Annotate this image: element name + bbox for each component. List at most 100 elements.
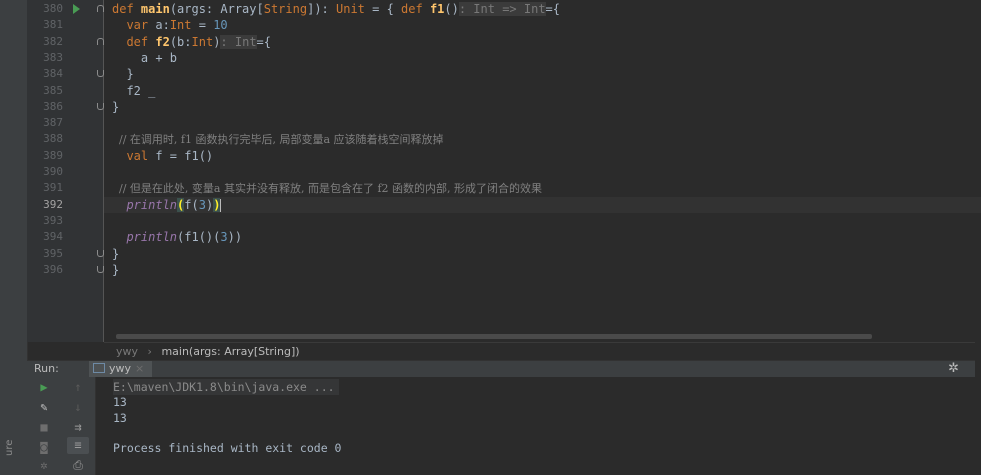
text-caret xyxy=(220,198,222,212)
code-line[interactable]: } xyxy=(104,262,981,278)
console-tab-icon xyxy=(93,363,105,373)
code-line[interactable] xyxy=(104,115,981,131)
line-number: 386 xyxy=(43,99,63,113)
code-token: (args: Array[ xyxy=(169,2,264,16)
code-line[interactable]: // 在调用时, f1 函数执行完毕后, 局部变量a 应该随着栈空间释放掉 xyxy=(104,131,981,147)
breadcrumb-separator: › xyxy=(147,345,152,358)
gutter-line: 393 xyxy=(27,213,103,229)
gutter-line: 382 xyxy=(27,34,104,50)
code-token: println xyxy=(126,197,178,212)
code-token: a: xyxy=(155,18,170,33)
code-line[interactable]: var a:Int = 10 xyxy=(104,17,981,33)
settings-small-icon[interactable]: ✲ xyxy=(33,457,55,474)
gutter-line: 395 xyxy=(27,246,104,262)
editor-horizontal-scrollbar[interactable] xyxy=(116,334,872,339)
code-token: 3 xyxy=(220,230,228,245)
code-line[interactable]: println(f1()(3)) xyxy=(104,229,981,245)
code-line[interactable]: // 但是在此处, 变量a 其实并没有释放, 而是包含在了 f2 函数的内部, … xyxy=(104,180,981,196)
code-token: 3 xyxy=(198,197,206,212)
line-number: 395 xyxy=(43,246,63,260)
wrench-icon[interactable]: ✎ xyxy=(33,399,55,416)
code-token: def xyxy=(112,2,141,16)
code-token: Int xyxy=(191,34,214,49)
console-output[interactable]: E:\maven\JDK1.8\bin\java.exe ... 13 13 Proc… xyxy=(96,377,975,475)
code-token: ) xyxy=(213,197,221,212)
code-token: f2 _ xyxy=(112,83,156,98)
close-tab-icon[interactable]: × xyxy=(135,362,144,375)
code-token: } xyxy=(112,262,120,277)
camera-icon[interactable]: ◙ xyxy=(33,439,55,456)
line-number: 385 xyxy=(43,83,63,97)
run-tab[interactable]: ywy × xyxy=(89,361,153,377)
line-number: 389 xyxy=(43,148,63,162)
code-line[interactable]: f2 _ xyxy=(104,83,981,99)
code-line[interactable]: } xyxy=(104,99,981,115)
console-command-line: E:\maven\JDK1.8\bin\java.exe ... xyxy=(113,379,339,395)
code-token: // 在调用时, f1 函数执行完毕后, 局部变量a 应该随着栈空间释放掉 xyxy=(112,133,444,147)
line-number: 393 xyxy=(43,213,63,227)
code-line[interactable]: } xyxy=(104,66,981,82)
breadcrumb: ywy › main(args: Array[String]) xyxy=(104,342,975,361)
line-number: 396 xyxy=(43,262,63,276)
gutter-line: 396 xyxy=(27,262,104,278)
gutter-line: 385 xyxy=(27,83,103,99)
soft-wrap-icon[interactable]: ⇉ xyxy=(67,419,89,436)
breadcrumb-root[interactable]: ywy xyxy=(116,345,138,358)
left-tool-stripe: ure xyxy=(0,0,28,475)
structure-tool-tab[interactable]: ure xyxy=(4,440,15,456)
code-token: ]): xyxy=(307,2,336,16)
code-line[interactable]: a + b xyxy=(104,50,981,66)
run-gutter-icon[interactable] xyxy=(73,4,80,14)
gutter-line: 394 xyxy=(27,229,103,245)
settings-gear-icon[interactable]: ✲ xyxy=(948,361,959,377)
code-line[interactable]: def main(args: Array[String]): Unit = { … xyxy=(104,1,981,17)
fold-marker-icon[interactable] xyxy=(97,37,104,45)
code-line[interactable]: } xyxy=(104,246,981,262)
gutter-line: 391 xyxy=(27,180,103,196)
console-output-line: 13 xyxy=(113,410,127,425)
gutter-line: 383 xyxy=(27,50,103,66)
code-token: : Int => Int xyxy=(458,2,546,16)
code-token: a + b xyxy=(112,50,178,65)
fold-marker-icon[interactable] xyxy=(97,5,104,12)
code-line[interactable]: def f2(b:Int): Int={ xyxy=(104,34,981,50)
line-number: 392 xyxy=(43,197,63,211)
scroll-to-end-icon[interactable]: ≡ xyxy=(67,437,89,454)
stop-icon[interactable]: ■ xyxy=(33,419,55,436)
fold-marker-icon[interactable] xyxy=(97,265,104,273)
code-token: 10 xyxy=(213,18,228,33)
code-token: String xyxy=(263,2,308,16)
fold-marker-icon[interactable] xyxy=(97,102,104,110)
code-token: val xyxy=(112,148,156,163)
line-number: 388 xyxy=(43,132,63,146)
code-line[interactable]: println(f(3)) xyxy=(104,196,981,213)
breadcrumb-current[interactable]: main(args: Array[String]) xyxy=(161,345,299,358)
code-token: main xyxy=(140,2,170,16)
code-line[interactable]: val f = f1() xyxy=(104,148,981,164)
code-token: (f1()( xyxy=(177,230,221,245)
code-token: } xyxy=(112,246,120,261)
code-token: ={ xyxy=(256,34,271,49)
gutter-line: 392 xyxy=(27,197,103,213)
code-token: println xyxy=(126,230,178,245)
code-editor[interactable]: def main(args: Array[String]): Unit = { … xyxy=(104,0,981,342)
run-toolbar-secondary: ↑ ↓ ⇉ ≡ ⎙ xyxy=(61,377,96,475)
code-token: def xyxy=(112,34,156,49)
editor-gutter: 380 381 382 383 384 385 386 387 388 389 390 391 392 3… xyxy=(27,0,104,342)
line-number: 383 xyxy=(43,50,63,64)
code-token: f( xyxy=(184,197,199,212)
line-number: 381 xyxy=(43,18,63,32)
code-token: f2 xyxy=(155,34,170,49)
fold-marker-icon[interactable] xyxy=(97,70,104,78)
gutter-line: 381 xyxy=(27,17,103,33)
fold-marker-icon[interactable] xyxy=(97,249,104,257)
scroll-down-icon[interactable]: ↓ xyxy=(67,399,89,416)
scroll-up-icon[interactable]: ↑ xyxy=(67,379,89,396)
rerun-icon[interactable]: ▶ xyxy=(33,379,55,396)
code-line[interactable] xyxy=(104,213,981,229)
code-token: f1 xyxy=(429,2,445,16)
print-icon[interactable]: ⎙ xyxy=(67,457,89,474)
code-line[interactable] xyxy=(104,164,981,180)
